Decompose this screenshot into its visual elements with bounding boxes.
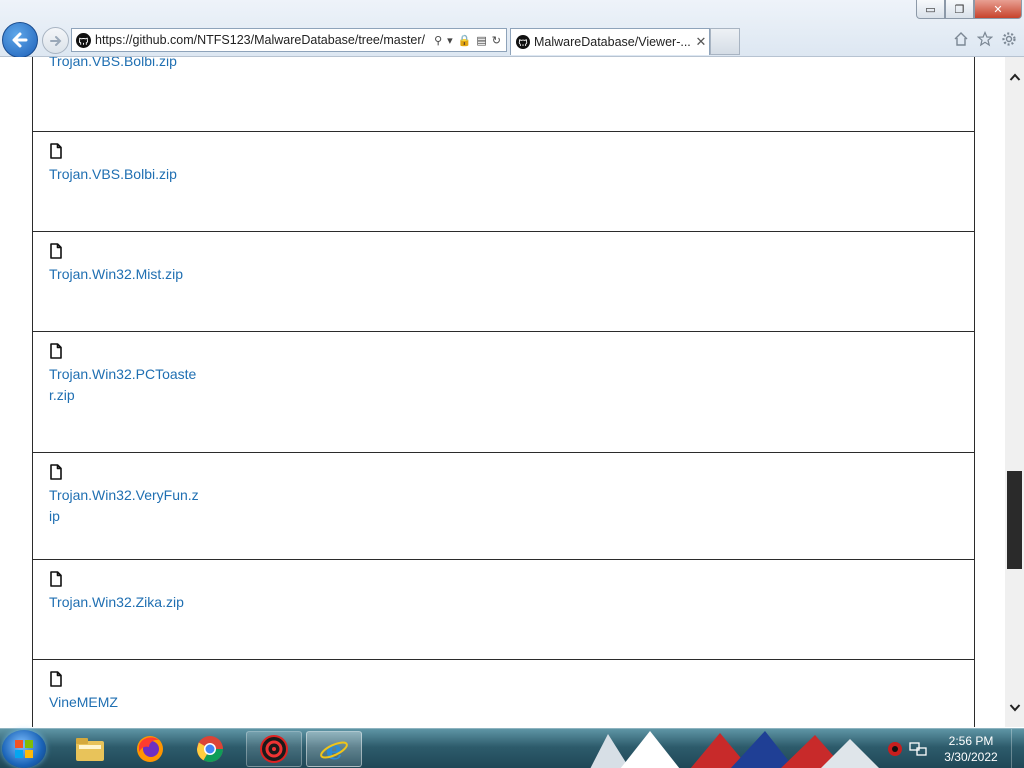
taskbar: e 2:56 PM 3/30/2022: [0, 728, 1024, 768]
file-icon: [50, 243, 62, 259]
internet-explorer-icon: e: [320, 736, 348, 764]
page-content: Trojan.VBS.Bolbi.zip Trojan.VBS.Bolbi.zi…: [0, 57, 1005, 727]
scroll-up-arrow[interactable]: [1005, 67, 1024, 86]
tab-malwaredatabase[interactable]: MalwareDatabase/Viewer-... ✕: [510, 28, 710, 55]
system-tray: 2:56 PM 3/30/2022: [887, 729, 1024, 768]
address-tools: ⚲ ▾ 🔒 ▤ ↻: [434, 34, 506, 47]
forward-arrow-icon: [49, 35, 61, 46]
file-link[interactable]: Trojan.Win32.Mist.zip: [49, 264, 201, 285]
file-link[interactable]: Trojan.VBS.Bolbi.zip: [49, 57, 201, 72]
forward-button[interactable]: [42, 27, 69, 54]
show-desktop-button[interactable]: [1011, 729, 1024, 768]
file-link[interactable]: VineMEMZ: [49, 692, 201, 713]
browser-chrome: ▭ ❐ ✕ https://github.com/NTFS123/Malware…: [0, 0, 1024, 58]
scroll-thumb[interactable]: [1007, 471, 1022, 569]
firefox-icon: [137, 736, 163, 762]
address-bar[interactable]: https://github.com/NTFS123/MalwareDataba…: [71, 28, 507, 52]
lock-icon[interactable]: 🔒: [458, 34, 472, 47]
file-icon: [50, 343, 62, 359]
refresh-icon[interactable]: ↻: [492, 34, 501, 47]
file-icon: [50, 571, 62, 587]
close-button[interactable]: ✕: [974, 0, 1022, 19]
chevron-down-icon: [1009, 703, 1020, 711]
file-row: Trojan.Win32.Mist.zip: [32, 232, 975, 332]
screen: ▭ ❐ ✕ https://github.com/NTFS123/Malware…: [0, 0, 1024, 768]
back-arrow-icon: [12, 32, 28, 48]
file-link[interactable]: Trojan.Win32.PCToaster.zip: [49, 364, 201, 406]
file-row: Trojan.Win32.PCToaster.zip: [32, 332, 975, 453]
address-url[interactable]: https://github.com/NTFS123/MalwareDataba…: [95, 33, 434, 47]
file-link[interactable]: Trojan.Win32.Zika.zip: [49, 592, 201, 613]
file-row: VineMEMZ: [32, 660, 975, 727]
restore-button[interactable]: ❐: [945, 0, 974, 19]
hazard-app-icon: [260, 735, 288, 763]
file-row: Trojan.VBS.Bolbi.zip: [32, 57, 975, 132]
favorites-star-icon[interactable]: [976, 30, 994, 48]
tab-close-icon[interactable]: ✕: [693, 34, 709, 50]
vertical-scrollbar[interactable]: [1005, 57, 1024, 727]
scroll-down-arrow[interactable]: [1005, 698, 1024, 717]
windows-logo-icon: [15, 740, 33, 758]
wallpaper-art: [590, 731, 879, 768]
gear-icon[interactable]: [1000, 30, 1018, 48]
taskbar-malware-app[interactable]: [246, 731, 302, 767]
start-button[interactable]: [2, 730, 46, 768]
file-link[interactable]: Trojan.Win32.VeryFun.zip: [49, 485, 201, 527]
file-list: Trojan.VBS.Bolbi.zip Trojan.VBS.Bolbi.zi…: [32, 57, 975, 727]
chevron-up-icon: [1009, 73, 1020, 81]
github-tab-icon: [516, 35, 530, 49]
tab-title: MalwareDatabase/Viewer-...: [534, 35, 691, 49]
file-icon: [50, 671, 62, 687]
github-icon: [76, 32, 91, 48]
tray-app-icon[interactable]: [887, 741, 903, 757]
browser-toolbar-right: [952, 30, 1018, 48]
taskbar-clock[interactable]: 2:56 PM 3/30/2022: [935, 733, 1007, 765]
dropdown-icon[interactable]: ▾: [447, 34, 453, 47]
window-controls: ▭ ❐ ✕: [916, 0, 1022, 19]
file-row: Trojan.Win32.Zika.zip: [32, 560, 975, 660]
home-icon[interactable]: [952, 30, 970, 48]
taskbar-firefox[interactable]: [122, 731, 178, 767]
minimize-button[interactable]: ▭: [916, 0, 945, 19]
file-row: Trojan.Win32.VeryFun.zip: [32, 453, 975, 560]
file-icon: [50, 143, 62, 159]
compat-view-icon[interactable]: ▤: [476, 34, 486, 47]
taskbar-chrome[interactable]: [182, 731, 238, 767]
file-icon: [50, 464, 62, 480]
file-link[interactable]: Trojan.VBS.Bolbi.zip: [49, 164, 201, 185]
clock-date: 3/30/2022: [944, 750, 998, 764]
folder-icon: [76, 738, 104, 761]
network-icon[interactable]: [909, 741, 927, 757]
chrome-icon: [196, 736, 224, 763]
taskbar-internet-explorer[interactable]: e: [306, 731, 362, 767]
back-button[interactable]: [2, 22, 38, 58]
search-icon[interactable]: ⚲: [434, 34, 442, 47]
file-row: Trojan.VBS.Bolbi.zip: [32, 132, 975, 232]
taskbar-explorer[interactable]: [62, 731, 118, 767]
clock-time: 2:56 PM: [948, 734, 994, 748]
new-tab-button[interactable]: [710, 28, 740, 55]
svg-text:e: e: [326, 736, 343, 764]
